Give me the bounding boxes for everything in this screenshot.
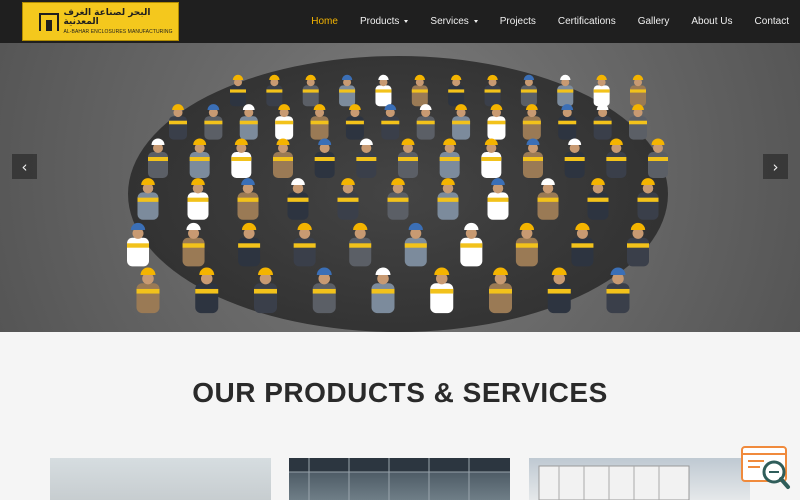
slider-prev-button[interactable]: ‹: [12, 154, 37, 179]
nav-services[interactable]: Services: [419, 0, 488, 43]
caret-down-icon: [404, 20, 409, 23]
chat-search-icon[interactable]: [740, 444, 792, 492]
nav-services-label: Services: [430, 16, 469, 27]
hero-team-photo: [127, 56, 668, 332]
logo-text: البحر لصناعة الغرف المعدنية AL-BAHAR ENC…: [63, 7, 178, 35]
card-factory-image: [289, 458, 510, 500]
caret-down-icon: [473, 20, 478, 23]
product-card[interactable]: [289, 458, 510, 500]
card-enclosure-image: [538, 465, 690, 500]
slider-next-button[interactable]: ›: [763, 154, 788, 179]
logo-english-name: AL-BAHAR ENCLOSURES MANUFACTURING: [63, 28, 173, 35]
chevron-right-icon: ›: [772, 157, 779, 176]
top-navbar: البحر لصناعة الغرف المعدنية AL-BAHAR ENC…: [0, 0, 800, 43]
section-title: OUR PRODUCTS & SERVICES: [192, 377, 608, 408]
nav-products[interactable]: Products: [349, 0, 419, 43]
company-logo[interactable]: البحر لصناعة الغرف المعدنية AL-BAHAR ENC…: [22, 2, 179, 41]
product-card[interactable]: [50, 458, 271, 500]
nav-contact[interactable]: Contact: [744, 0, 800, 43]
nav-certifications[interactable]: Certifications: [547, 0, 627, 43]
main-nav: Home Products Services Projects Certific…: [300, 0, 800, 43]
nav-about-us[interactable]: About Us: [680, 0, 743, 43]
product-card[interactable]: [529, 458, 750, 500]
nav-home[interactable]: Home: [300, 0, 349, 43]
hero-slider: ‹ ›: [0, 43, 800, 332]
nav-gallery[interactable]: Gallery: [627, 0, 681, 43]
nav-products-label: Products: [359, 16, 400, 27]
nav-projects[interactable]: Projects: [489, 0, 547, 43]
logo-arabic-name: البحر لصناعة الغرف المعدنية: [63, 7, 151, 27]
chevron-left-icon: ‹: [21, 157, 28, 176]
logo-mark-icon: [39, 12, 60, 31]
